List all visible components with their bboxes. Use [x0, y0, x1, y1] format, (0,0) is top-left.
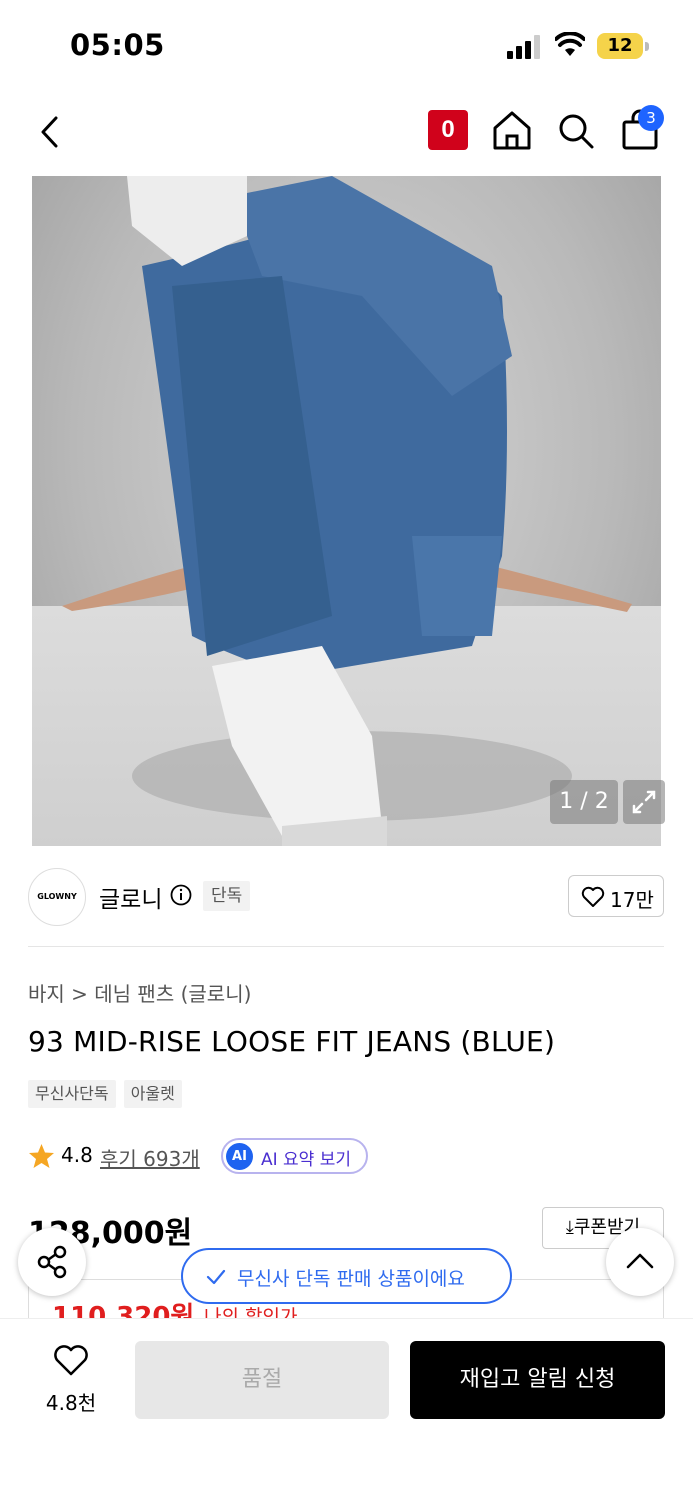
share-icon — [37, 1245, 67, 1279]
status-time: 05:05 — [70, 28, 165, 62]
ai-summary-label: AI 요약 보기 — [261, 1150, 352, 1170]
bottom-action-bar: 4.8천 품절 재입고 알림 신청 — [0, 1318, 693, 1500]
battery-level: 12 — [597, 33, 643, 59]
brand-logo[interactable]: GLOWNY — [28, 868, 86, 926]
top-nav: 0 — [0, 92, 693, 172]
wishlist-button[interactable]: 4.8천 — [36, 1343, 106, 1419]
breadcrumb[interactable]: 바지 > 데님 팬츠 (글로니) — [28, 978, 251, 1007]
heart-icon — [54, 1345, 88, 1376]
back-arrow-icon[interactable] — [32, 110, 72, 154]
restock-alert-button[interactable]: 재입고 알림 신청 — [410, 1341, 665, 1419]
heart-icon — [581, 886, 605, 907]
star-icon — [29, 1144, 54, 1168]
info-icon[interactable] — [170, 884, 192, 906]
tag-outlet: 아울렛 — [123, 1080, 182, 1108]
status-bar: 05:05 12 — [0, 0, 693, 92]
exclusive-badge: 단독 — [203, 881, 251, 911]
home-icon[interactable] — [490, 108, 534, 152]
brand-name[interactable]: 글로니 — [99, 880, 162, 914]
download-icon: ⤓ — [565, 1217, 574, 1238]
exclusive-toast: 무신사 단독 판매 상품이에요 — [181, 1248, 512, 1304]
divider — [28, 946, 664, 947]
rating-value: 4.8 — [61, 1143, 93, 1167]
brand-like-button[interactable]: 17만 — [568, 875, 664, 917]
review-link[interactable]: 후기 693개 — [100, 1143, 200, 1172]
image-pager: 1 / 2 — [550, 780, 618, 824]
zero-logo-button[interactable]: 0 — [428, 110, 468, 150]
brand-like-count: 17만 — [610, 888, 654, 912]
tag-exclusive: 무신사단독 — [28, 1080, 116, 1108]
scroll-top-button[interactable] — [606, 1228, 674, 1296]
chevron-up-icon — [626, 1253, 654, 1269]
product-tags: 무신사단독 아울렛 — [28, 1080, 185, 1108]
expand-icon[interactable] — [623, 780, 665, 824]
brand-row: GLOWNY 글로니 단독 17만 — [0, 848, 693, 946]
product-title: 93 MID-RISE LOOSE FIT JEANS (BLUE) — [28, 1025, 556, 1058]
wifi-icon — [555, 32, 585, 56]
ai-summary-button[interactable]: AI AI 요약 보기 — [221, 1138, 368, 1174]
toast-text: 무신사 단독 판매 상품이에요 — [237, 1268, 465, 1290]
search-icon[interactable] — [555, 108, 597, 152]
wishlist-count: 4.8천 — [45, 1391, 97, 1415]
soldout-button[interactable]: 품절 — [135, 1341, 389, 1419]
battery-icon: 12 — [597, 33, 649, 59]
ai-icon: AI — [226, 1143, 253, 1170]
share-button[interactable] — [18, 1228, 86, 1296]
cellular-signal-icon — [507, 35, 540, 59]
model-photo — [62, 176, 632, 846]
check-icon — [206, 1269, 226, 1285]
product-image[interactable] — [32, 176, 661, 846]
cart-count-badge: 3 — [638, 105, 664, 131]
